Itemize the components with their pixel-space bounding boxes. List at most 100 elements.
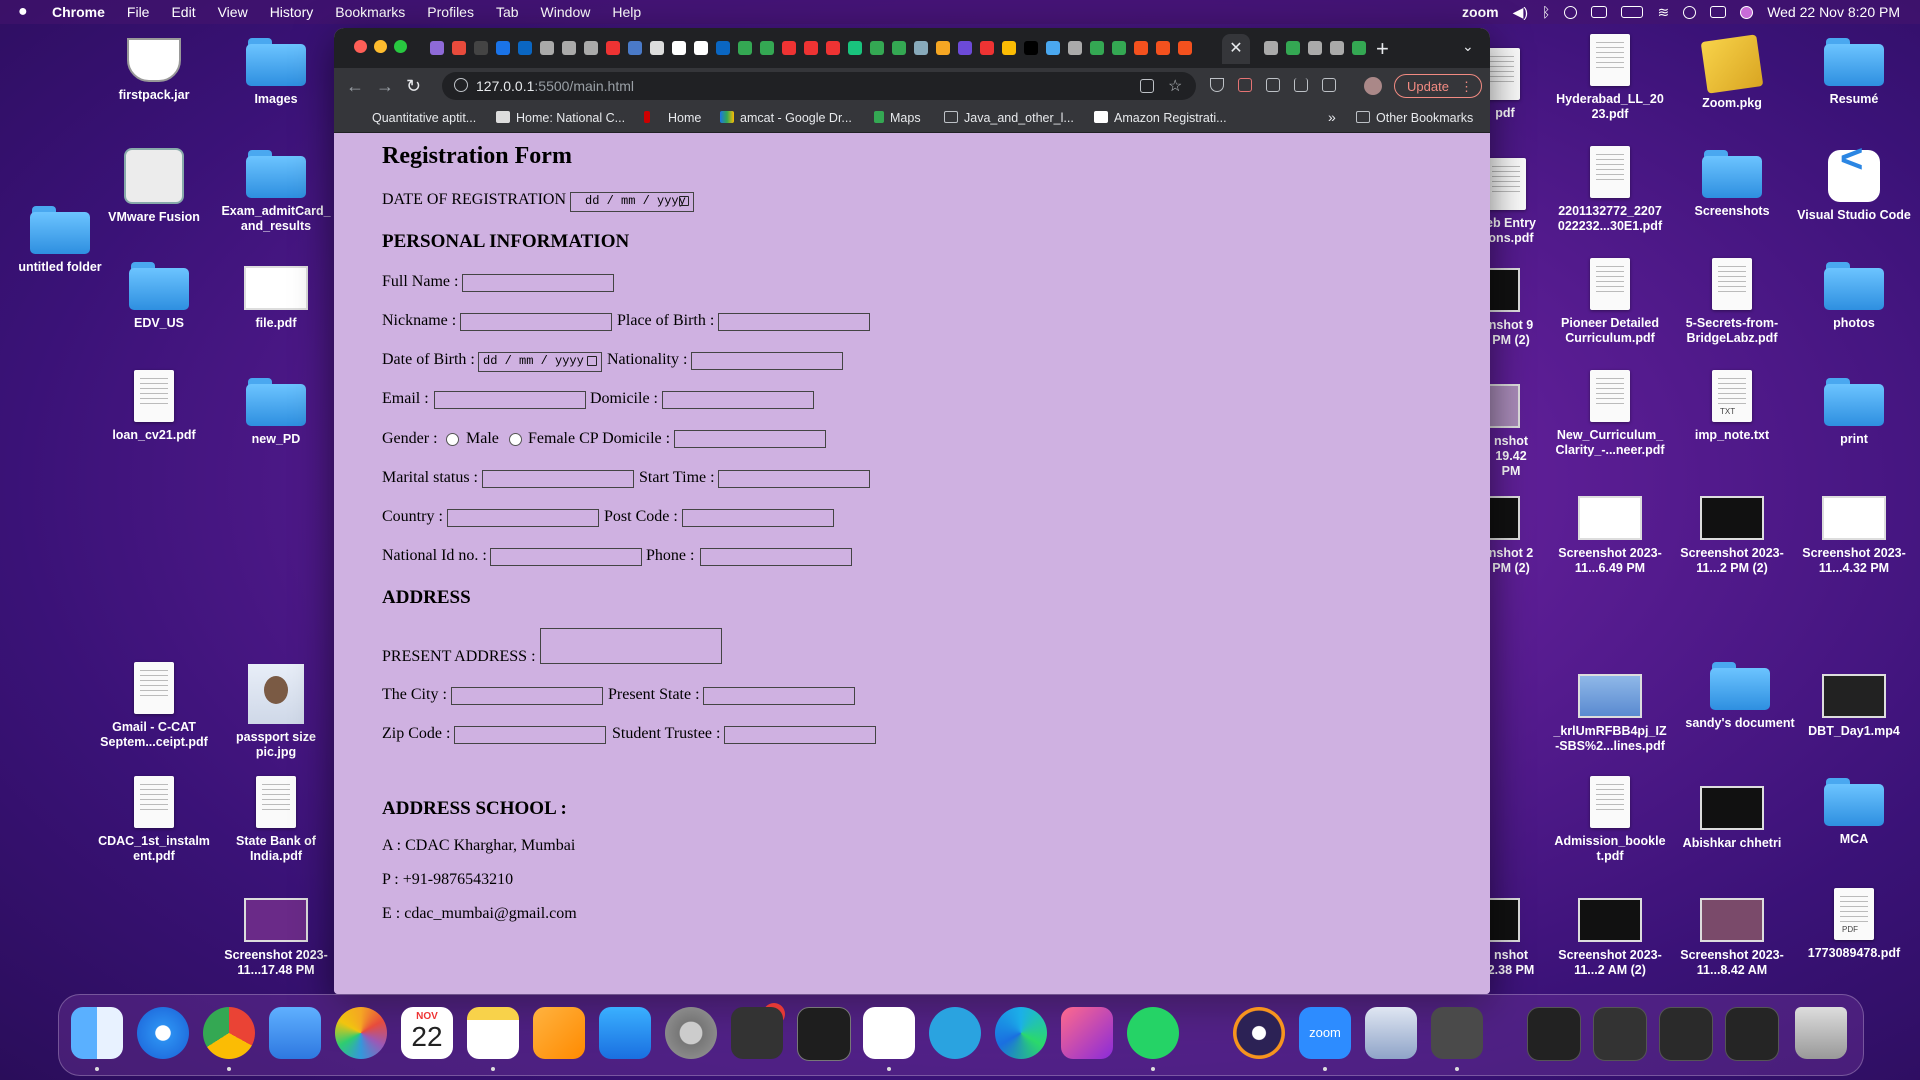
desktop-item[interactable]: Screenshot 2023-11...8.42 AM [1672,898,1792,978]
desktop-item[interactable]: Hyderabad_LL_20 23.pdf [1550,34,1670,122]
student-trustee-input[interactable] [724,726,876,744]
desktop-item[interactable]: MCA [1794,778,1914,847]
present-state-input[interactable] [703,687,855,705]
tab-favicon-icon[interactable] [1286,41,1300,55]
tab-favicon-icon[interactable] [804,41,818,55]
email-input[interactable] [434,391,586,409]
desktop-item[interactable]: 2201132772_2207 022232...30E1.pdf [1550,146,1670,234]
tab-favicon-icon[interactable] [782,41,796,55]
tab-favicon-icon[interactable] [760,41,774,55]
tab-favicon-icon[interactable] [606,41,620,55]
bookmark-item[interactable]: Home [644,111,701,125]
tab-favicon-icon[interactable] [716,41,730,55]
desktop-item[interactable]: Screenshot 2023-11...4.32 PM [1794,496,1914,576]
post-code-input[interactable] [682,509,834,527]
calendar-icon[interactable]: NOV 22 [401,1007,453,1059]
city-input[interactable] [451,687,603,705]
zoom-app-icon[interactable]: zoom [1299,1007,1351,1059]
play-icon[interactable] [1564,5,1578,19]
desktop-item[interactable]: Exam_admitCard_ and_results [216,150,336,234]
bookmark-item[interactable]: Maps [874,111,921,125]
desktop-item[interactable]: print [1794,378,1914,447]
shield-extension-icon[interactable] [1210,78,1224,92]
zoom-status[interactable]: zoom [1462,4,1499,20]
desktop-item[interactable]: Screenshot 2023-11...2 AM (2) [1550,898,1670,978]
eclipse-icon[interactable] [1233,1007,1285,1059]
tab-favicon-icon[interactable] [892,41,906,55]
desktop-item[interactable]: _krlUmRFBB4pj_IZ -SBS%2...lines.pdf [1550,674,1670,754]
tab-favicon-icon[interactable] [1112,41,1126,55]
country-input[interactable] [447,509,599,527]
desktop-item[interactable]: Admission_bookle t.pdf [1550,776,1670,864]
recent-window-thumbnail[interactable] [1725,1007,1779,1061]
menu-edit[interactable]: Edit [171,4,195,20]
chrome-icon[interactable] [203,1007,255,1059]
tab-favicon-icon[interactable] [1308,41,1322,55]
minimize-window-button[interactable] [374,40,387,53]
menu-app-chrome[interactable]: Chrome [52,4,105,20]
bookmark-item[interactable]: amcat - Google Dr... [720,111,852,125]
forward-button[interactable]: → [376,76,394,97]
desktop-item[interactable]: loan_cv21.pdf [94,370,214,443]
pages-icon[interactable] [533,1007,585,1059]
desktop-item[interactable]: Zoom.pkg [1672,34,1792,111]
gender-female-radio[interactable] [509,433,522,446]
tab-favicon-icon[interactable] [430,41,444,55]
tab-favicon-icon[interactable] [496,41,510,55]
new-tab-button[interactable]: + [1376,36,1389,62]
extension-icon[interactable] [1238,78,1252,92]
tab-search-chevron-icon[interactable]: ⌄ [1462,38,1474,55]
menu-bookmarks[interactable]: Bookmarks [335,4,405,20]
vscode-icon[interactable] [863,1007,915,1059]
desktop-item[interactable]: State Bank of India.pdf [216,776,336,864]
nationality-input[interactable] [691,352,843,370]
sublime-text-icon[interactable] [1431,1007,1483,1059]
bookmark-item[interactable]: Java_and_other_l... [944,111,1074,125]
phone-input[interactable] [700,548,852,566]
desktop-item[interactable]: new_PD [216,378,336,447]
side-panel-icon[interactable] [1322,78,1336,92]
desktop-item[interactable]: Images [216,38,336,107]
desktop-item[interactable]: nshot 2 PM (2) [1486,496,1536,576]
tab-favicon-icon[interactable] [848,41,862,55]
menu-file[interactable]: File [127,4,150,20]
system-settings-icon[interactable] [665,1007,717,1059]
menu-clock[interactable]: Wed 22 Nov 8:20 PM [1767,4,1900,20]
tab-favicon-icon[interactable] [562,41,576,55]
menu-tab[interactable]: Tab [496,4,519,20]
tab-favicon-icon[interactable] [1156,41,1170,55]
recent-window-thumbnail[interactable] [1527,1007,1581,1061]
bookmark-star-icon[interactable]: ☆ [1168,76,1182,96]
back-button[interactable]: ← [346,76,364,97]
tab-favicon-icon[interactable] [1068,41,1082,55]
safari-icon[interactable] [137,1007,189,1059]
date-of-birth-input[interactable]: dd / mm / yyyy [478,352,602,372]
mail-icon[interactable] [269,1007,321,1059]
bookmark-item[interactable]: Quantitative aptit... [372,111,476,125]
tab-active-close-icon[interactable]: ✕ [1222,34,1250,64]
update-button[interactable]: Update ⋮ [1394,74,1482,98]
desktop-item[interactable]: Gmail - C-CAT Septem...ceipt.pdf [94,662,214,750]
desktop-item[interactable]: Pioneer Detailed Curriculum.pdf [1550,258,1670,346]
desktop-item[interactable]: New_Curriculum_ Clarity_-...neer.pdf [1550,370,1670,458]
reload-button[interactable]: ↻ [406,76,421,97]
date-of-registration-input[interactable]: dd / mm / yyyy [570,192,694,212]
calendar-icon[interactable] [587,356,597,366]
desktop-item[interactable]: photos [1794,262,1914,331]
marital-status-input[interactable] [482,470,634,488]
bookmark-item-other[interactable]: Other Bookmarks [1356,111,1473,125]
tab-favicon-icon[interactable] [474,41,488,55]
menu-view[interactable]: View [218,4,248,20]
tab-favicon-icon[interactable] [980,41,994,55]
nickname-input[interactable] [460,313,612,331]
desktop-item[interactable]: CDAC_1st_instalm ent.pdf [94,776,214,864]
profile-avatar[interactable] [1364,77,1382,95]
desktop-item[interactable]: nshot 9 PM (2) [1486,268,1536,348]
desktop-item[interactable]: Abishkar chhetri [1672,786,1792,851]
terminal-icon[interactable] [797,1007,851,1061]
domicile-input[interactable] [662,391,814,409]
spotlight-search-icon[interactable] [1683,5,1697,19]
tab-favicon-icon[interactable] [1264,41,1278,55]
control-center-icon[interactable] [1710,6,1727,18]
tab-favicon-icon[interactable] [628,41,642,55]
